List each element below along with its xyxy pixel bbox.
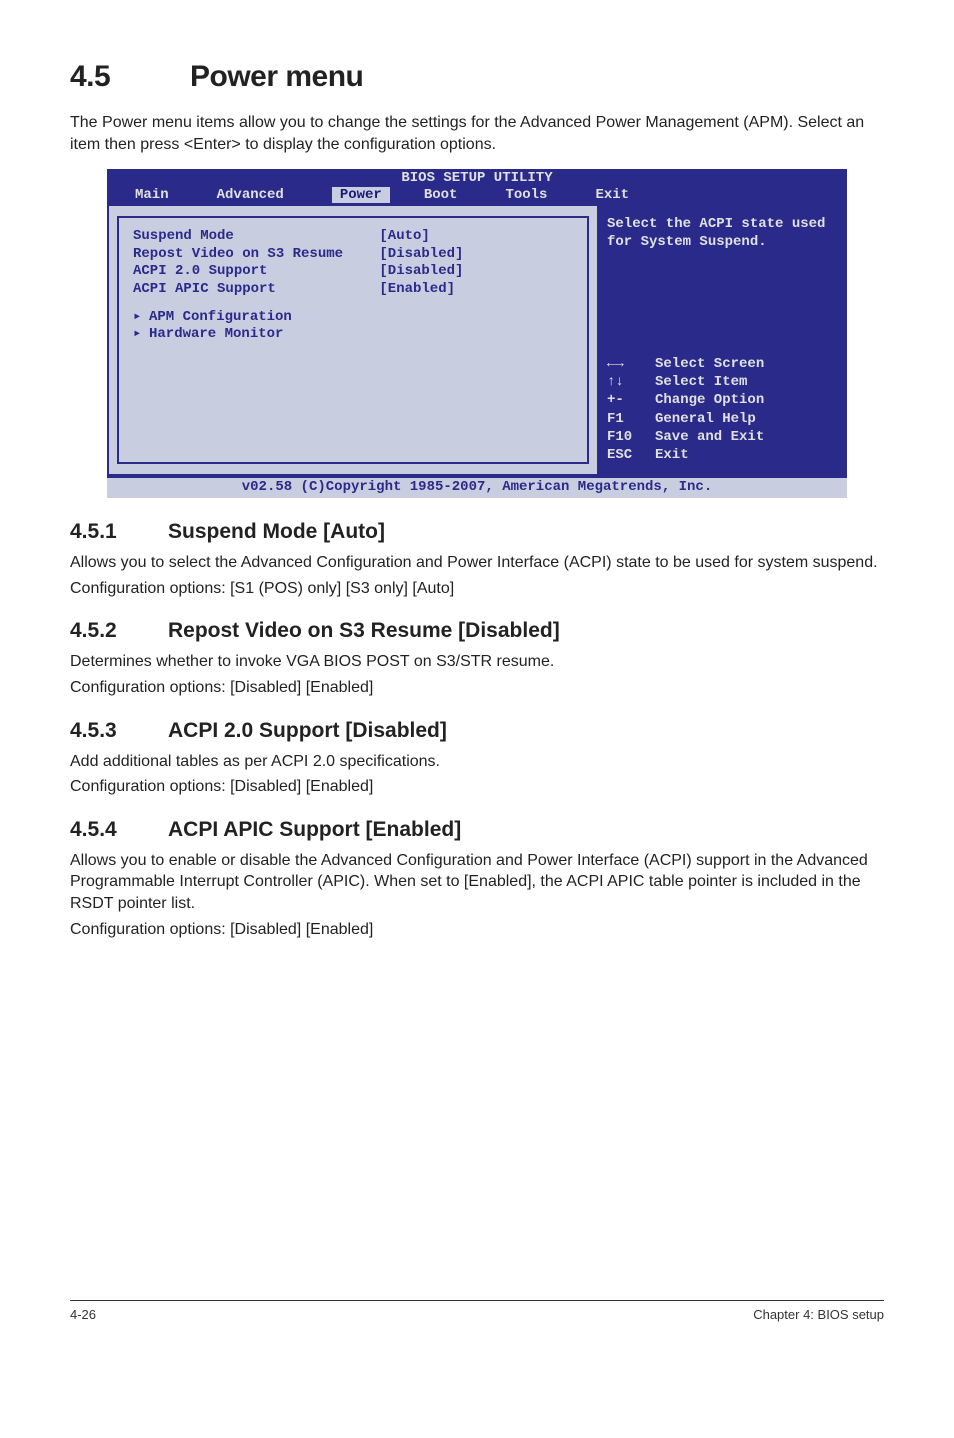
bios-item-value: [Auto] bbox=[379, 228, 573, 246]
body-text: Add additional tables as per ACPI 2.0 sp… bbox=[70, 751, 884, 773]
bios-tab-main[interactable]: Main bbox=[135, 187, 183, 203]
bios-submenu[interactable]: ▸APM Configuration bbox=[133, 308, 573, 325]
bios-item[interactable]: Suspend Mode [Auto] bbox=[133, 228, 573, 246]
key-desc: Select Screen bbox=[655, 355, 764, 373]
key-icon: ←→ bbox=[607, 355, 655, 373]
subsection-number: 4.5.1 bbox=[70, 520, 168, 544]
key-desc: Exit bbox=[655, 446, 689, 464]
intro-paragraph: The Power menu items allow you to change… bbox=[70, 112, 884, 155]
bios-key-legend: ←→Select Screen ↑↓Select Item +-Change O… bbox=[607, 355, 837, 464]
subsection-title: ACPI APIC Support [Enabled] bbox=[168, 818, 461, 841]
key-icon: F1 bbox=[607, 410, 655, 428]
body-text: Allows you to enable or disable the Adva… bbox=[70, 850, 884, 915]
section-heading: 4.5Power menu bbox=[70, 60, 884, 94]
key-icon: ESC bbox=[607, 446, 655, 464]
subsection-heading: 4.5.3ACPI 2.0 Support [Disabled] bbox=[70, 719, 884, 743]
section-title-text: Power menu bbox=[190, 60, 363, 93]
page-number: 4-26 bbox=[70, 1307, 96, 1322]
subsection-number: 4.5.2 bbox=[70, 619, 168, 643]
section-number: 4.5 bbox=[70, 60, 190, 94]
bios-tab-bar: Main Advanced Power Boot Tools Exit bbox=[107, 186, 847, 206]
subsection-title: ACPI 2.0 Support [Disabled] bbox=[168, 719, 447, 742]
subsection-number: 4.5.4 bbox=[70, 818, 168, 842]
bios-item[interactable]: Repost Video on S3 Resume [Disabled] bbox=[133, 246, 573, 264]
bios-tab-power[interactable]: Power bbox=[332, 187, 390, 203]
bios-help-text: Select the ACPI state used for System Su… bbox=[607, 216, 837, 251]
subsection-title: Repost Video on S3 Resume [Disabled] bbox=[168, 619, 560, 642]
body-text: Determines whether to invoke VGA BIOS PO… bbox=[70, 651, 884, 673]
bios-screenshot: BIOS SETUP UTILITY Main Advanced Power B… bbox=[107, 169, 847, 498]
key-icon: ↑↓ bbox=[607, 373, 655, 391]
bios-main-panel: Suspend Mode [Auto] Repost Video on S3 R… bbox=[107, 206, 597, 476]
body-text: Configuration options: [Disabled] [Enabl… bbox=[70, 776, 884, 798]
subsection-title: Suspend Mode [Auto] bbox=[168, 520, 385, 543]
bios-item-label: Suspend Mode bbox=[133, 228, 379, 246]
bios-item-value: [Disabled] bbox=[379, 263, 573, 281]
subsection-heading: 4.5.4ACPI APIC Support [Enabled] bbox=[70, 818, 884, 842]
key-desc: Select Item bbox=[655, 373, 747, 391]
bios-footer: v02.58 (C)Copyright 1985-2007, American … bbox=[107, 476, 847, 498]
subsection-heading: 4.5.1Suspend Mode [Auto] bbox=[70, 520, 884, 544]
bios-item-label: ACPI APIC Support bbox=[133, 281, 379, 299]
bios-tab-advanced[interactable]: Advanced bbox=[217, 187, 298, 203]
key-desc: Save and Exit bbox=[655, 428, 764, 446]
body-text: Configuration options: [S1 (POS) only] [… bbox=[70, 578, 884, 600]
bios-tab-boot[interactable]: Boot bbox=[424, 187, 472, 203]
bios-title: BIOS SETUP UTILITY bbox=[107, 169, 847, 186]
triangle-right-icon: ▸ bbox=[133, 325, 149, 342]
bios-tab-exit[interactable]: Exit bbox=[595, 187, 643, 203]
bios-help-panel: Select the ACPI state used for System Su… bbox=[597, 206, 847, 476]
key-desc: General Help bbox=[655, 410, 756, 428]
chapter-label: Chapter 4: BIOS setup bbox=[753, 1307, 884, 1322]
bios-tab-tools[interactable]: Tools bbox=[505, 187, 561, 203]
subsection-number: 4.5.3 bbox=[70, 719, 168, 743]
key-icon: F10 bbox=[607, 428, 655, 446]
bios-item-value: [Enabled] bbox=[379, 281, 573, 299]
body-text: Configuration options: [Disabled] [Enabl… bbox=[70, 677, 884, 699]
bios-item[interactable]: ACPI 2.0 Support [Disabled] bbox=[133, 263, 573, 281]
bios-submenu-label: APM Configuration bbox=[149, 309, 292, 325]
body-text: Configuration options: [Disabled] [Enabl… bbox=[70, 919, 884, 941]
key-desc: Change Option bbox=[655, 391, 764, 409]
bios-item-value: [Disabled] bbox=[379, 246, 573, 264]
body-text: Allows you to select the Advanced Config… bbox=[70, 552, 884, 574]
triangle-right-icon: ▸ bbox=[133, 308, 149, 325]
page-footer: 4-26 Chapter 4: BIOS setup bbox=[70, 1300, 884, 1322]
key-icon: +- bbox=[607, 391, 655, 409]
bios-submenu[interactable]: ▸Hardware Monitor bbox=[133, 325, 573, 342]
bios-item-label: Repost Video on S3 Resume bbox=[133, 246, 379, 264]
bios-item-label: ACPI 2.0 Support bbox=[133, 263, 379, 281]
bios-item[interactable]: ACPI APIC Support [Enabled] bbox=[133, 281, 573, 299]
subsection-heading: 4.5.2Repost Video on S3 Resume [Disabled… bbox=[70, 619, 884, 643]
bios-submenu-label: Hardware Monitor bbox=[149, 326, 283, 342]
